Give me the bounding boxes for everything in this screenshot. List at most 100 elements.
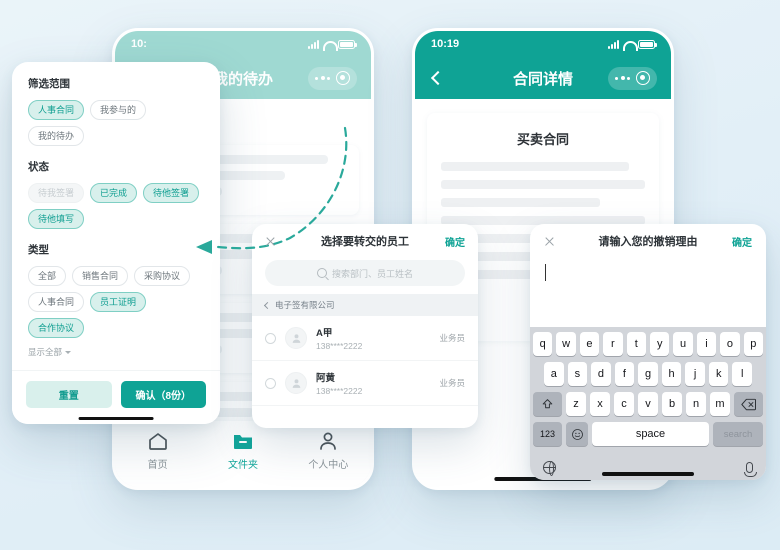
- chip-status-0: 待我签署: [28, 183, 85, 203]
- reason-confirm-button[interactable]: 确定: [732, 234, 752, 249]
- filter-panel: 筛选范围 人事合同 我参与的 我的待办 状态 待我签署 已完成 待他签署 待他填…: [12, 62, 220, 424]
- tab-folder[interactable]: 文件夹: [200, 429, 285, 471]
- chip-status-2[interactable]: 待他签署: [143, 183, 200, 203]
- key-y[interactable]: y: [650, 332, 670, 356]
- employee-name: A甲: [316, 328, 333, 339]
- filter-section-status-title: 状态: [28, 161, 49, 173]
- chip-type-3[interactable]: 人事合同: [28, 292, 85, 312]
- more-dots-icon[interactable]: [315, 76, 330, 80]
- key-o[interactable]: o: [720, 332, 740, 356]
- key-j[interactable]: j: [685, 362, 705, 386]
- chip-type-5[interactable]: 合作协议: [28, 318, 85, 338]
- more-dots-icon[interactable]: [615, 76, 630, 80]
- wifi-icon: [623, 40, 638, 51]
- key-q[interactable]: q: [532, 332, 553, 356]
- key-e[interactable]: e: [579, 332, 600, 356]
- key-r[interactable]: r: [603, 332, 623, 356]
- breadcrumb[interactable]: 电子签有限公司: [252, 294, 478, 316]
- microphone-icon[interactable]: [744, 461, 757, 477]
- key-d[interactable]: d: [591, 362, 611, 386]
- status-bar: 10:19: [415, 31, 671, 57]
- tab-home[interactable]: 首页: [115, 429, 200, 471]
- chip-type-4[interactable]: 员工证明: [90, 292, 147, 312]
- search-key[interactable]: search: [713, 422, 763, 446]
- tab-profile[interactable]: 个人中心: [286, 429, 371, 471]
- employee-info: 阿黄 138****2222: [316, 370, 430, 396]
- chip-scope-0[interactable]: 人事合同: [28, 100, 85, 120]
- backspace-icon[interactable]: [734, 392, 763, 416]
- key-c[interactable]: c: [614, 392, 634, 416]
- filter-section-type-title: 类型: [28, 244, 49, 256]
- employee-name: 阿黄: [316, 373, 336, 384]
- globe-icon[interactable]: [543, 460, 556, 476]
- mini-program-capsule[interactable]: [308, 66, 357, 90]
- status-indicators: [308, 39, 357, 51]
- reset-button[interactable]: 重置: [26, 381, 112, 408]
- keyboard-row-4: 123 space search: [533, 422, 763, 446]
- chip-type-0[interactable]: 全部: [28, 266, 67, 286]
- transfer-header: 选择要转交的员工 确定: [252, 224, 478, 258]
- space-key[interactable]: space: [592, 422, 709, 446]
- key-m[interactable]: m: [710, 392, 730, 416]
- reason-textarea-caret[interactable]: [545, 264, 546, 281]
- key-z[interactable]: z: [566, 392, 586, 416]
- wifi-icon: [323, 40, 338, 51]
- key-x[interactable]: x: [590, 392, 610, 416]
- transfer-confirm-button[interactable]: 确定: [445, 234, 465, 249]
- key-g[interactable]: g: [638, 362, 658, 386]
- status-bar: 10:: [115, 31, 371, 57]
- employee-search-placeholder: 搜索部门、员工姓名: [331, 268, 413, 279]
- employee-row-1[interactable]: 阿黄 138****2222 业务员: [252, 361, 478, 406]
- key-l[interactable]: l: [732, 362, 753, 386]
- funnel-filter-icon[interactable]: [337, 112, 357, 132]
- chip-scope-2[interactable]: 我的待办: [28, 126, 85, 146]
- keyboard-row-2: a s d f g h j k l: [533, 362, 763, 386]
- chip-status-1[interactable]: 已完成: [90, 183, 138, 203]
- employee-search-input[interactable]: 搜索部门、员工姓名: [265, 260, 465, 286]
- key-f[interactable]: f: [614, 362, 635, 386]
- keyboard-row-1: q w e r t y u i o p: [532, 332, 764, 356]
- chip-status-3[interactable]: 待他填写: [28, 209, 85, 229]
- target-icon[interactable]: [336, 71, 350, 85]
- target-icon[interactable]: [636, 71, 650, 85]
- doc-placeholder-line: [441, 180, 645, 189]
- key-n[interactable]: n: [686, 392, 706, 416]
- radio-button[interactable]: [265, 377, 276, 389]
- shift-arrow-icon[interactable]: [533, 392, 562, 416]
- show-all-toggle[interactable]: 显示全部: [28, 346, 204, 358]
- key-u[interactable]: u: [673, 332, 693, 356]
- folder-icon: [200, 429, 285, 453]
- key-w[interactable]: w: [556, 332, 576, 356]
- breadcrumb-label: 电子签有限公司: [275, 300, 335, 310]
- emoji-smiley-icon[interactable]: [566, 422, 588, 446]
- sort-icon[interactable]: [309, 112, 329, 132]
- close-icon[interactable]: [544, 236, 555, 247]
- tab-profile-label: 个人中心: [308, 460, 349, 471]
- chip-type-2[interactable]: 采购协议: [134, 266, 191, 286]
- numbers-key[interactable]: 123: [533, 422, 562, 446]
- doc-placeholder-line: [441, 198, 601, 207]
- employee-role: 业务员: [439, 378, 465, 388]
- key-i[interactable]: i: [696, 332, 717, 356]
- key-s[interactable]: s: [567, 362, 588, 386]
- employee-phone: 138****2222: [316, 386, 363, 396]
- key-h[interactable]: h: [661, 362, 682, 386]
- status-chip-group: 待我签署 已完成 待他签署 待他填写: [28, 183, 204, 229]
- key-t[interactable]: t: [626, 332, 646, 356]
- chip-type-1[interactable]: 销售合同: [72, 266, 129, 286]
- confirm-button[interactable]: 确认（8份）: [120, 381, 206, 408]
- key-v[interactable]: v: [638, 392, 658, 416]
- show-all-label: 显示全部: [28, 347, 63, 357]
- employee-phone: 138****2222: [316, 341, 363, 351]
- person-icon: [286, 429, 371, 453]
- employee-row-0[interactable]: A甲 138****2222 业务员: [252, 316, 478, 361]
- key-b[interactable]: b: [662, 392, 682, 416]
- mini-program-capsule[interactable]: [608, 66, 657, 90]
- key-a[interactable]: a: [543, 362, 564, 386]
- key-p[interactable]: p: [743, 332, 764, 356]
- radio-button[interactable]: [265, 332, 276, 344]
- back-chevron-icon[interactable]: [430, 70, 446, 86]
- close-icon[interactable]: [265, 236, 276, 247]
- chip-scope-1[interactable]: 我参与的: [90, 100, 147, 120]
- key-k[interactable]: k: [708, 362, 729, 386]
